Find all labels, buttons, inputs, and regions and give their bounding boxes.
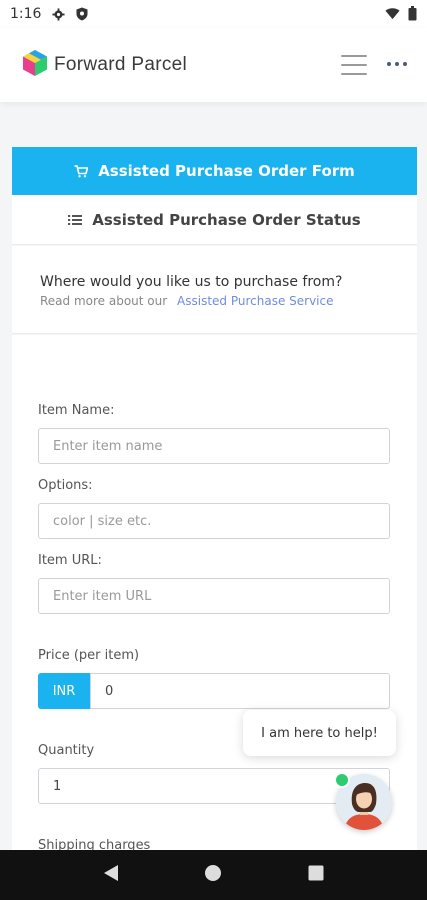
status-time: 1:16 [10, 6, 42, 22]
hamburger-icon-line [341, 55, 367, 57]
options-input[interactable]: color | size etc. [38, 503, 390, 539]
logo-cube-icon [22, 49, 48, 81]
price-label: Price (per item) [38, 648, 140, 663]
app-header: Forward Parcel [0, 28, 427, 102]
intro-section: Where would you like us to purchase from… [12, 246, 417, 334]
tab-order-form-label: Assisted Purchase Order Form [98, 162, 355, 180]
wifi-icon [385, 7, 400, 24]
more-icon-dot [395, 62, 399, 66]
read-more-text: Read more about our Assisted Purchase Se… [40, 294, 417, 308]
intro-question: Where would you like us to purchase from… [40, 274, 343, 290]
system-nav-bar [0, 850, 427, 900]
settings-icon [51, 7, 65, 21]
hamburger-icon-line [341, 64, 367, 66]
tab-order-status[interactable]: Assisted Purchase Order Status [12, 195, 417, 245]
brand[interactable]: Forward Parcel [22, 49, 187, 81]
recents-icon[interactable] [308, 865, 324, 885]
back-icon[interactable] [103, 864, 119, 886]
hamburger-icon-line [341, 73, 367, 75]
tab-order-form[interactable]: Assisted Purchase Order Form [12, 147, 417, 195]
assisted-purchase-service-link[interactable]: Assisted Purchase Service [177, 294, 333, 308]
item-url-input[interactable]: Enter item URL [38, 578, 390, 614]
more-icon-dot [403, 62, 407, 66]
quantity-label: Quantity [38, 743, 95, 758]
hamburger-menu-button[interactable] [341, 55, 367, 75]
options-label: Options: [38, 478, 93, 493]
currency-addon: INR [38, 673, 90, 709]
battery-icon [408, 6, 417, 25]
help-bubble-text: I am here to help! [261, 725, 378, 741]
cart-icon [74, 164, 89, 178]
item-name-label: Item Name: [38, 403, 115, 418]
online-status-dot [334, 772, 350, 788]
status-bar: 1:16 [0, 0, 427, 28]
more-options-button[interactable] [387, 54, 407, 74]
brand-name: Forward Parcel [54, 54, 188, 75]
item-name-input[interactable]: Enter item name [38, 428, 390, 464]
more-icon-dot [387, 62, 391, 66]
help-bubble[interactable]: I am here to help! [243, 710, 396, 756]
item-url-label: Item URL: [38, 553, 102, 568]
price-input[interactable]: 0 [90, 673, 390, 709]
home-icon[interactable] [204, 864, 222, 886]
shield-icon [75, 7, 89, 21]
list-icon [68, 214, 83, 226]
read-more-prefix: Read more about our [40, 294, 168, 308]
tab-order-status-label: Assisted Purchase Order Status [92, 210, 361, 229]
